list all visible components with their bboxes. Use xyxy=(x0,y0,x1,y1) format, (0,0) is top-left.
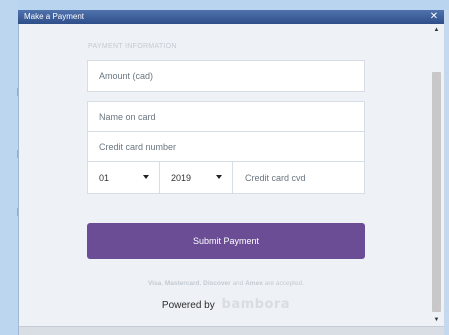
submit-payment-button[interactable]: Submit Payment xyxy=(87,223,365,259)
brand-amex: Amex xyxy=(245,280,263,287)
powered-by: Powered by bambora xyxy=(19,297,433,312)
brand-mastercard: Mastercard xyxy=(164,280,200,287)
bambora-logo: bambora xyxy=(221,297,291,312)
card-details-group: Name on card Credit card number 01 2019 … xyxy=(87,101,365,194)
accepted-cards-note: Visa, Mastercard, Discover and Amex are … xyxy=(147,280,305,287)
brand-discover: Discover xyxy=(203,280,231,287)
dialog-titlebar[interactable]: Make a Payment ✕ xyxy=(18,10,444,24)
dialog-bottom-bar xyxy=(19,326,444,335)
close-icon[interactable]: ✕ xyxy=(427,10,441,24)
expiry-year-value: 2019 xyxy=(171,172,192,183)
expiry-year-select[interactable]: 2019 xyxy=(160,162,233,193)
scrollbar[interactable]: ▲ ▼ xyxy=(431,24,442,326)
card-number-input[interactable]: Credit card number xyxy=(88,132,364,162)
card-cvd-input[interactable]: Credit card cvd xyxy=(233,162,306,193)
expiry-cvd-row: 01 2019 Credit card cvd xyxy=(88,162,364,193)
powered-by-label: Powered by xyxy=(161,300,215,311)
scroll-up-icon[interactable]: ▲ xyxy=(431,24,442,36)
section-title: PAYMENT INFORMATION xyxy=(88,43,177,50)
accepted-text: are accepted. xyxy=(264,280,305,287)
payment-form: PAYMENT INFORMATION Amount (cad) Name on… xyxy=(19,24,431,326)
expiry-month-value: 01 xyxy=(99,172,110,183)
window-edge-right xyxy=(444,10,449,335)
dialog-title: Make a Payment xyxy=(24,12,85,21)
background-window-edge xyxy=(0,0,18,335)
scrollbar-thumb[interactable] xyxy=(432,72,441,312)
chevron-down-icon xyxy=(216,175,222,179)
and-text: and xyxy=(232,280,244,287)
scroll-down-icon[interactable]: ▼ xyxy=(431,314,442,326)
name-on-card-input[interactable]: Name on card xyxy=(88,102,364,132)
chevron-down-icon xyxy=(143,175,149,179)
brand-visa: Visa xyxy=(147,280,162,287)
amount-input[interactable]: Amount (cad) xyxy=(87,60,365,92)
expiry-month-select[interactable]: 01 xyxy=(88,162,160,193)
